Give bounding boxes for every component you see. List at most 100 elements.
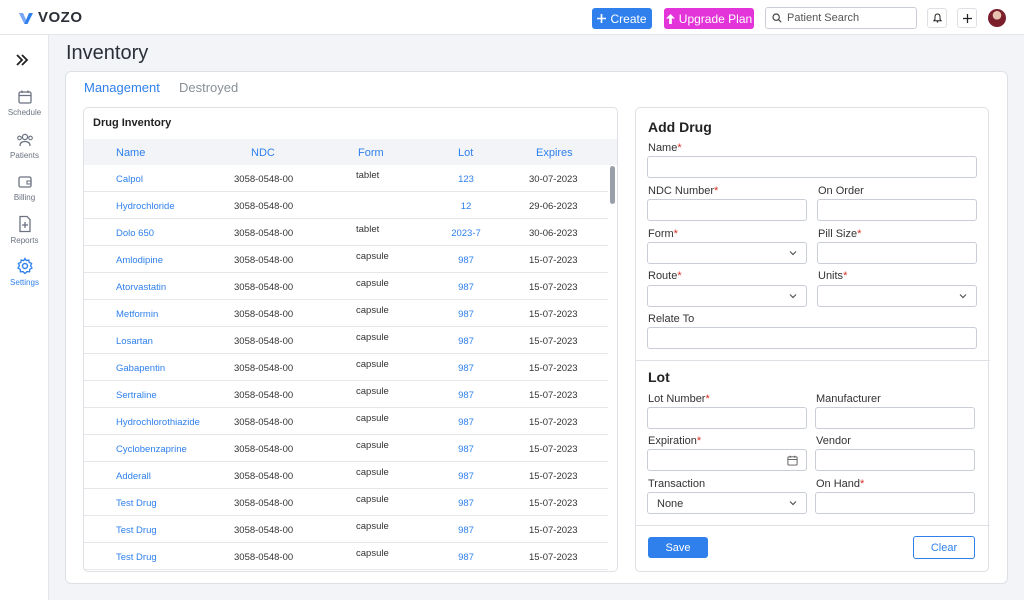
column-header-lot[interactable]: Lot [458,147,473,159]
lot-cell[interactable]: 12 [416,201,516,212]
lot-cell[interactable]: 987 [416,390,516,401]
route-select[interactable] [647,285,807,307]
table-row[interactable]: Hydrochlorothiazide 3058-0548-00 capsule 98… [84,408,608,435]
drug-name-cell[interactable]: Dolo 650 [116,228,154,239]
drug-name-cell[interactable]: Adderall [116,471,151,482]
table-row[interactable]: Gabapentin 3058-0548-00 capsule 987 15-07-20… [84,354,608,381]
ndc-number-input[interactable] [647,199,807,221]
lot-cell[interactable]: 987 [416,471,516,482]
table-row[interactable]: Atorvastatin 3058-0548-00 capsule 987 15-07-… [84,273,608,300]
drug-name-cell[interactable]: Test Drug [116,498,157,509]
drug-name-cell[interactable]: Test Drug [116,552,157,563]
relate-to-input[interactable] [647,327,977,349]
relate-to-label: Relate To [648,313,695,325]
table-row[interactable]: Losartan 3058-0548-00 capsule 987 15-07-2023 [84,327,608,354]
column-header-name[interactable]: Name [116,147,145,159]
table-row[interactable]: Test Drug 3058-0548-00 capsule 987 15-07-202… [84,489,608,516]
form-select[interactable] [647,242,807,264]
drug-name-cell[interactable]: Calpol [116,174,143,185]
lot-cell[interactable]: 987 [416,417,516,428]
drug-name-cell[interactable]: Sertraline [116,390,157,401]
form-cell: capsule [356,305,389,316]
expires-cell: 30-06-2023 [529,228,578,239]
lot-cell[interactable]: 987 [416,444,516,455]
save-button[interactable]: Save [648,537,708,558]
on-hand-input[interactable] [815,492,975,514]
table-row[interactable]: Metformin 3058-0548-00 capsule 987 15-07-202… [84,300,608,327]
drug-name-cell[interactable]: Gabapentin [116,363,165,374]
column-header-form[interactable]: Form [358,147,384,159]
lot-cell[interactable]: 123 [416,174,516,185]
lot-cell[interactable]: 987 [416,255,516,266]
drug-name-cell[interactable]: Metformin [116,309,158,320]
add-button[interactable] [957,8,977,28]
user-avatar[interactable] [988,9,1006,27]
lot-number-input[interactable] [647,407,807,429]
patient-search-input[interactable] [787,12,907,24]
chevron-down-icon [959,294,967,299]
vendor-input[interactable] [815,449,975,471]
wallet-icon [17,176,32,188]
lot-cell[interactable]: 2023-7 [416,228,516,239]
lot-cell[interactable]: 987 [416,336,516,347]
table-row[interactable]: Cyclobenzaprine 3058-0548-00 capsule 987 15-… [84,435,608,462]
expand-sidebar-icon[interactable] [15,53,29,67]
expiration-label: Expiration* [648,435,702,447]
column-header-ndc[interactable]: NDC [251,147,275,159]
drug-name-cell[interactable]: Amlodipine [116,255,163,266]
expiration-date-input[interactable] [647,449,807,471]
drug-name-cell[interactable]: Losartan [116,336,153,347]
tab-destroyed[interactable]: Destroyed [179,80,238,95]
form-cell: capsule [356,251,389,262]
drug-name-cell[interactable]: Hydrochloride [116,201,175,212]
table-row[interactable]: Hydrochloride 3058-0548-00 12 29-06-2023 [84,192,608,219]
table-row[interactable]: Test Drug 3058-0548-00 capsule 987 15-07-202… [84,543,608,570]
name-label: Name* [648,142,682,154]
form-cell: capsule [356,494,389,505]
lot-cell[interactable]: 987 [416,525,516,536]
lot-cell[interactable]: 987 [416,309,516,320]
table-row[interactable]: Calpol 3058-0548-00 tablet 123 30-07-2023 [84,165,608,192]
units-select[interactable] [817,285,977,307]
upgrade-plan-label: Upgrade Plan [678,11,753,26]
table-row[interactable]: Test Drug 3058-0548-00 capsule 987 15-07-202… [84,516,608,543]
upgrade-plan-button[interactable]: Upgrade Plan [664,8,754,29]
tab-management[interactable]: Management [84,80,160,95]
ndc-cell: 3058-0548-00 [234,552,294,563]
sidebar-item-reports[interactable]: Reports [0,215,49,245]
ndc-cell: 3058-0548-00 [234,471,294,482]
report-icon [18,215,31,233]
plus-icon [962,13,972,23]
create-button[interactable]: Create [592,8,652,29]
sidebar-item-patients[interactable]: Patients [0,132,49,160]
sidebar-item-schedule[interactable]: Schedule [0,89,49,117]
drug-name-cell[interactable]: Test Drug [116,525,157,536]
calendar-icon[interactable] [787,455,798,466]
sidebar-label-schedule: Schedule [7,108,42,117]
table-row[interactable]: Dolo 650 3058-0548-00 tablet 2023-7 30-06-20… [84,219,608,246]
on-order-input[interactable] [817,199,977,221]
drug-name-cell[interactable]: Cyclobenzaprine [116,444,187,455]
column-header-expires[interactable]: Expires [536,147,573,159]
sidebar-item-settings[interactable]: Settings [0,257,49,287]
table-row[interactable]: Sertraline 3058-0548-00 capsule 987 15-07-20… [84,381,608,408]
manufacturer-input[interactable] [815,407,975,429]
sidebar-item-billing[interactable]: Billing [0,174,49,202]
form-cell: tablet [356,170,380,181]
transaction-select[interactable]: None [647,492,807,514]
drug-name-cell[interactable]: Atorvastatin [116,282,166,293]
lot-cell[interactable]: 987 [416,552,516,563]
clear-button[interactable]: Clear [913,536,975,559]
brand-logo[interactable]: VOZO [18,9,83,26]
name-input[interactable] [647,156,977,178]
table-scrollbar[interactable] [610,166,615,204]
lot-cell[interactable]: 987 [416,363,516,374]
notification-button[interactable] [927,8,947,28]
drug-name-cell[interactable]: Hydrochlorothiazide [116,417,200,428]
table-row[interactable]: Amlodipine 3058-0548-00 capsule 987 15-07-20… [84,246,608,273]
lot-cell[interactable]: 987 [416,498,516,509]
patient-search[interactable] [765,7,917,29]
pill-size-input[interactable] [817,242,977,264]
table-row[interactable]: Adderall 3058-0548-00 capsule 987 15-07-2023 [84,462,608,489]
lot-cell[interactable]: 987 [416,282,516,293]
